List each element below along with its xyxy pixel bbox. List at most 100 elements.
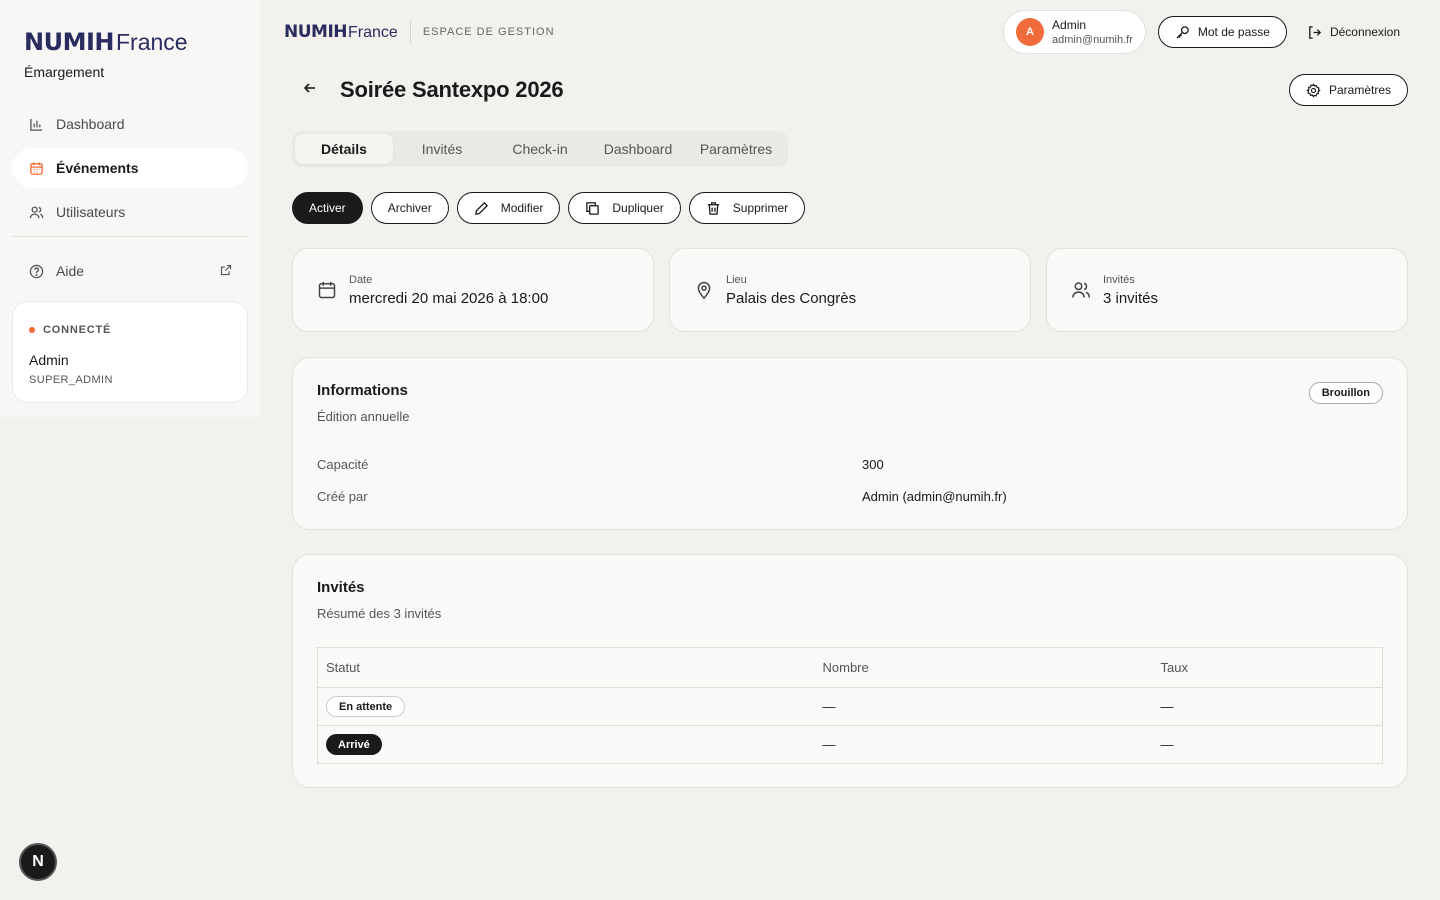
logo-suffix: France <box>115 29 188 55</box>
users-icon <box>28 204 44 220</box>
sidebar-item-dashboard[interactable]: Dashboard <box>12 104 248 144</box>
delete-label: Supprimer <box>732 201 789 215</box>
event-actions: Activer Archiver Modifier Dupliquer Supp… <box>292 192 813 224</box>
tab-checkin[interactable]: Check-in <box>491 134 589 164</box>
key-icon <box>1175 25 1190 40</box>
column-rate: Taux <box>1152 647 1383 688</box>
archive-button[interactable]: Archiver <box>370 192 449 224</box>
map-pin-icon <box>694 280 714 300</box>
place-label: Lieu <box>726 273 747 286</box>
status-badge: Brouillon <box>1308 382 1383 404</box>
status-cell: En attente <box>317 687 815 726</box>
place-card: Lieu Palais des Congrès <box>669 248 1031 332</box>
duplicate-button[interactable]: Dupliquer <box>568 192 681 224</box>
sidebar-item-label: Aide <box>56 263 85 279</box>
next-dev-badge[interactable]: N <box>19 843 57 881</box>
date-label: Date <box>349 273 373 286</box>
logout-label: Déconnexion <box>1329 25 1400 39</box>
created-by-key: Créé par <box>317 488 368 504</box>
duplicate-label: Dupliquer <box>612 201 664 215</box>
calendar-icon <box>28 160 44 176</box>
rate-cell: — <box>1160 737 1174 752</box>
trash-icon <box>706 201 721 216</box>
topbar: NUMIH France ESPACE DE GESTION A Admin a… <box>284 10 1424 54</box>
information-list: Capacité 300 Créé par Admin (admin@numih… <box>317 448 1383 512</box>
sidebar-item-users[interactable]: Utilisateurs <box>12 192 248 232</box>
connected-user-card: CONNECTÉ Admin SUPER_ADMIN <box>12 301 248 403</box>
space-label: ESPACE DE GESTION <box>422 26 555 38</box>
logout-button[interactable]: Déconnexion <box>1287 16 1408 48</box>
edit-label: Modifier <box>500 201 544 215</box>
chart-bar-icon <box>28 116 44 132</box>
sidebar-item-events[interactable]: Événements <box>12 148 248 188</box>
tab-dashboard[interactable]: Dashboard <box>589 134 687 164</box>
back-button[interactable] <box>292 72 328 108</box>
created-by-value: Admin (admin@numih.fr) <box>862 488 1007 504</box>
logo-main: NUMIH <box>24 28 114 56</box>
sidebar-item-label: Dashboard <box>56 116 125 132</box>
topbar-logo[interactable]: NUMIH France <box>284 22 398 42</box>
settings-button[interactable]: Paramètres <box>1288 74 1408 106</box>
guests-card: Invités 3 invités <box>1046 248 1408 332</box>
guests-label: Invités <box>1103 273 1135 286</box>
logo-main: NUMIH <box>284 22 348 42</box>
created-by-row: Créé par Admin (admin@numih.fr) <box>317 480 1383 512</box>
rate-cell: — <box>1152 687 1383 726</box>
guests-panel-title: Invités <box>317 579 365 596</box>
connection-label: CONNECTÉ <box>43 324 112 336</box>
arrow-left-icon <box>302 80 318 101</box>
status-pill-arrived: Arrivé <box>326 734 382 755</box>
gear-icon <box>1306 82 1321 98</box>
delete-button[interactable]: Supprimer <box>688 192 806 224</box>
sidebar: NUMIH France Émargement Dashboard Événem… <box>0 0 260 417</box>
date-card: Date mercredi 20 mai 2026 à 18:00 <box>292 248 654 332</box>
count-cell: — <box>822 737 836 752</box>
guests-panel-subtitle: Résumé des 3 invités <box>317 606 442 621</box>
tab-details[interactable]: Détails <box>295 134 393 164</box>
app-name: Émargement <box>24 64 105 80</box>
tab-settings[interactable]: Paramètres <box>687 134 785 164</box>
guests-panel: Invités Résumé des 3 invités Statut Nomb… <box>292 554 1408 788</box>
table-row: En attente — — <box>317 687 1383 726</box>
users-icon <box>1071 280 1091 300</box>
sidebar-item-label: Événements <box>56 160 139 176</box>
table-row: Arrivé — — <box>318 726 1383 764</box>
information-title: Informations <box>317 382 408 399</box>
pencil-icon <box>474 201 489 216</box>
column-count: Nombre <box>814 647 1153 688</box>
connection-status: CONNECTÉ <box>29 324 231 336</box>
logo-suffix: France <box>348 24 398 41</box>
user-card-role: SUPER_ADMIN <box>29 374 113 386</box>
column-status: Statut <box>317 647 815 688</box>
user-name: Admin <box>1052 18 1087 32</box>
user-email: admin@numih.fr <box>1052 34 1133 46</box>
user-card-name: Admin <box>29 352 69 368</box>
information-panel: Informations Édition annuelle Brouillon … <box>292 357 1408 530</box>
sidebar-item-help[interactable]: Aide <box>12 251 248 291</box>
table-header-row: Statut Nombre Taux <box>317 647 1383 688</box>
event-tabs: Détails Invités Check-in Dashboard Param… <box>292 131 788 167</box>
status-cell: Arrivé <box>318 726 815 764</box>
password-button[interactable]: Mot de passe <box>1157 16 1287 48</box>
settings-label: Paramètres <box>1328 83 1391 97</box>
user-menu[interactable]: A Admin admin@numih.fr <box>1003 10 1146 54</box>
tab-guests[interactable]: Invités <box>393 134 491 164</box>
copy-icon <box>585 201 600 216</box>
brand-logo[interactable]: NUMIH France <box>12 28 248 56</box>
logout-icon <box>1307 25 1322 40</box>
calendar-icon <box>317 280 337 300</box>
event-summary-cards: Date mercredi 20 mai 2026 à 18:00 Lieu P… <box>292 248 1408 332</box>
external-link-icon <box>220 263 232 279</box>
avatar: A <box>1016 18 1045 46</box>
topbar-divider <box>409 21 411 43</box>
capacity-value: 300 <box>862 456 884 472</box>
place-value: Palais des Congrès <box>726 289 857 307</box>
edit-button[interactable]: Modifier <box>456 192 561 224</box>
date-value: mercredi 20 mai 2026 à 18:00 <box>349 289 549 307</box>
password-label: Mot de passe <box>1197 25 1270 39</box>
nav-divider <box>12 236 248 237</box>
help-circle-icon <box>28 263 44 279</box>
topbar-actions: A Admin admin@numih.fr Mot de passe Déco… <box>1003 10 1408 54</box>
activate-button[interactable]: Activer <box>292 192 363 224</box>
count-cell: — <box>814 687 1153 726</box>
